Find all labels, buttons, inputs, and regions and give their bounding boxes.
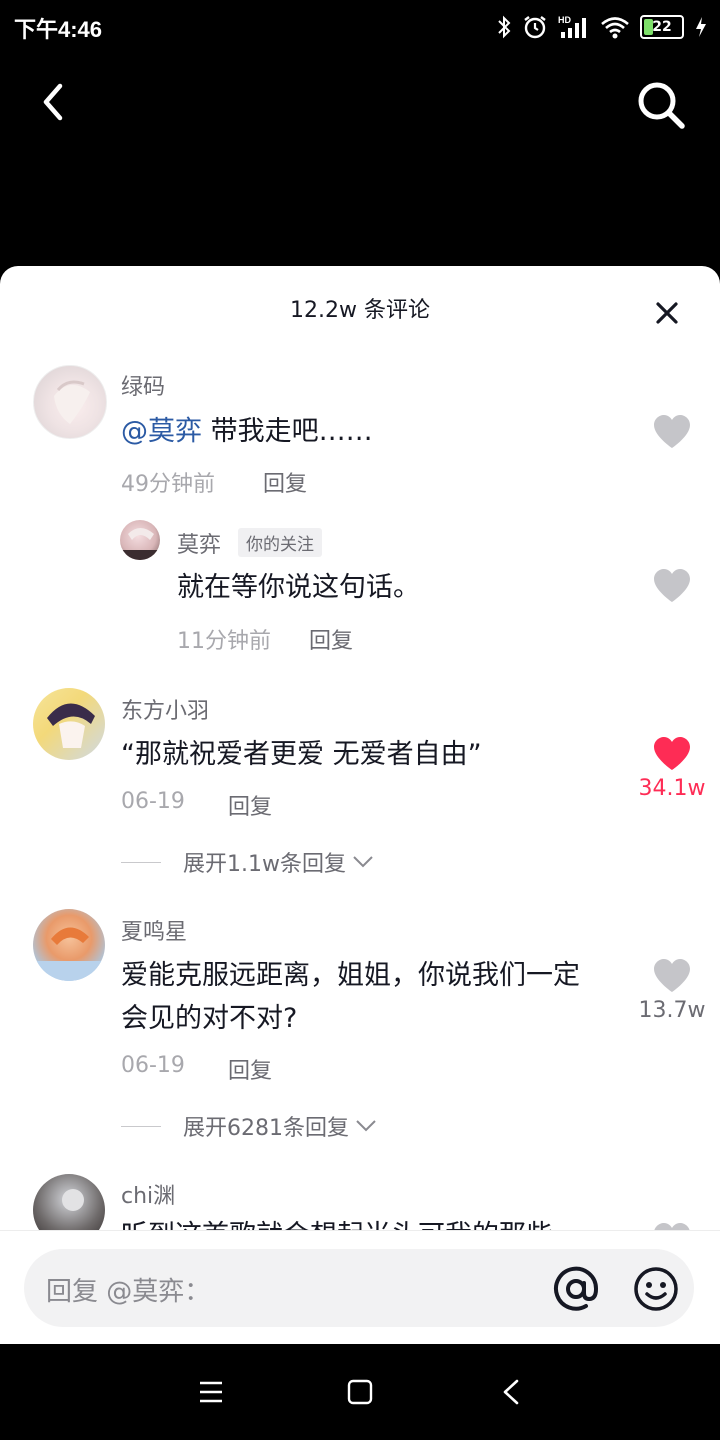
close-icon[interactable] xyxy=(650,296,684,330)
comment-count-title: 12.2w 条评论 xyxy=(290,298,430,323)
reply-button[interactable]: 回复 xyxy=(228,1053,272,1085)
comment-body: 带我走吧…… xyxy=(202,416,373,447)
comment-text: @莫弈 带我走吧…… xyxy=(121,410,373,454)
at-icon[interactable] xyxy=(552,1265,600,1313)
reply-text: 就在等你说这句话。 xyxy=(177,572,420,603)
heart-icon[interactable] xyxy=(652,414,692,450)
comment-time: 49分钟前 xyxy=(121,472,215,497)
system-nav-bar xyxy=(0,1344,720,1440)
menu-icon[interactable] xyxy=(198,1380,224,1404)
comment-sheet: 12.2w 条评论 绿码 @莫弈 带我走吧…… 49分钟前 回复 莫弈 你的关注… xyxy=(0,266,720,1344)
heart-icon[interactable] xyxy=(652,568,692,604)
mention-link[interactable]: @莫弈 xyxy=(121,416,202,447)
search-icon[interactable] xyxy=(634,78,688,132)
avatar[interactable] xyxy=(33,909,105,981)
status-icons: HD 22 xyxy=(496,12,708,42)
reply-username[interactable]: 莫弈 xyxy=(177,527,221,559)
home-square-icon[interactable] xyxy=(347,1379,373,1405)
svg-text:HD: HD xyxy=(558,15,571,25)
comment-text-line1: 爱能克服远距离，姐姐，你说我们一定 xyxy=(121,960,580,991)
battery-icon: 22 xyxy=(640,15,684,39)
comment-text-line2: 会见的对不对? xyxy=(121,1003,298,1034)
reply-input-bar: 回复 @莫弈： xyxy=(0,1230,720,1344)
reply-button[interactable]: 回复 xyxy=(263,466,307,498)
reply-time: 11分钟前 xyxy=(177,629,271,654)
emoji-icon[interactable] xyxy=(632,1265,680,1313)
chevron-down-icon xyxy=(353,856,373,868)
reply-input[interactable]: 回复 @莫弈： xyxy=(24,1249,694,1327)
like-button[interactable]: 13.7w xyxy=(628,958,716,1023)
expand-label: 展开6281条回复 xyxy=(183,1116,349,1141)
chevron-down-icon xyxy=(356,1120,376,1132)
avatar[interactable] xyxy=(33,688,105,760)
like-button[interactable]: 34.1w xyxy=(628,736,716,801)
heart-icon xyxy=(654,737,690,770)
following-tag: 你的关注 xyxy=(238,528,322,557)
comment-time: 06-19 xyxy=(121,789,185,814)
reply-avatar[interactable] xyxy=(120,520,160,560)
status-bar: 下午4:46 HD 22 xyxy=(0,0,720,56)
comment-username[interactable]: chi渊 xyxy=(121,1178,175,1210)
comment-username[interactable]: 东方小羽 xyxy=(121,693,209,725)
back-triangle-icon[interactable] xyxy=(500,1378,522,1406)
like-count: 13.7w xyxy=(638,998,706,1023)
comment-username[interactable]: 绿码 xyxy=(121,369,165,401)
avatar[interactable] xyxy=(33,365,107,439)
wifi-icon xyxy=(601,17,629,39)
expand-label: 展开1.1w条回复 xyxy=(183,852,346,877)
status-time: 下午4:46 xyxy=(14,17,103,42)
like-count: 34.1w xyxy=(638,776,706,801)
reply-input-placeholder: 回复 @莫弈： xyxy=(46,1277,211,1307)
heart-icon xyxy=(654,959,690,992)
alarm-icon xyxy=(524,16,546,39)
back-arrow-icon[interactable] xyxy=(32,78,80,126)
expand-replies[interactable]: 展开6281条回复 xyxy=(121,1110,377,1142)
signal-icon: HD xyxy=(558,15,586,38)
reply-button[interactable]: 回复 xyxy=(228,789,272,821)
reply-button[interactable]: 回复 xyxy=(309,623,353,655)
bluetooth-icon xyxy=(498,15,511,39)
comment-time: 06-19 xyxy=(121,1053,185,1078)
charging-icon xyxy=(696,17,706,37)
battery-level: 22 xyxy=(652,19,672,35)
comment-text: “那就祝爱者更爱 无爱者自由” xyxy=(121,739,482,770)
expand-replies[interactable]: 展开1.1w条回复 xyxy=(121,846,374,878)
comment-username[interactable]: 夏鸣星 xyxy=(121,914,187,946)
